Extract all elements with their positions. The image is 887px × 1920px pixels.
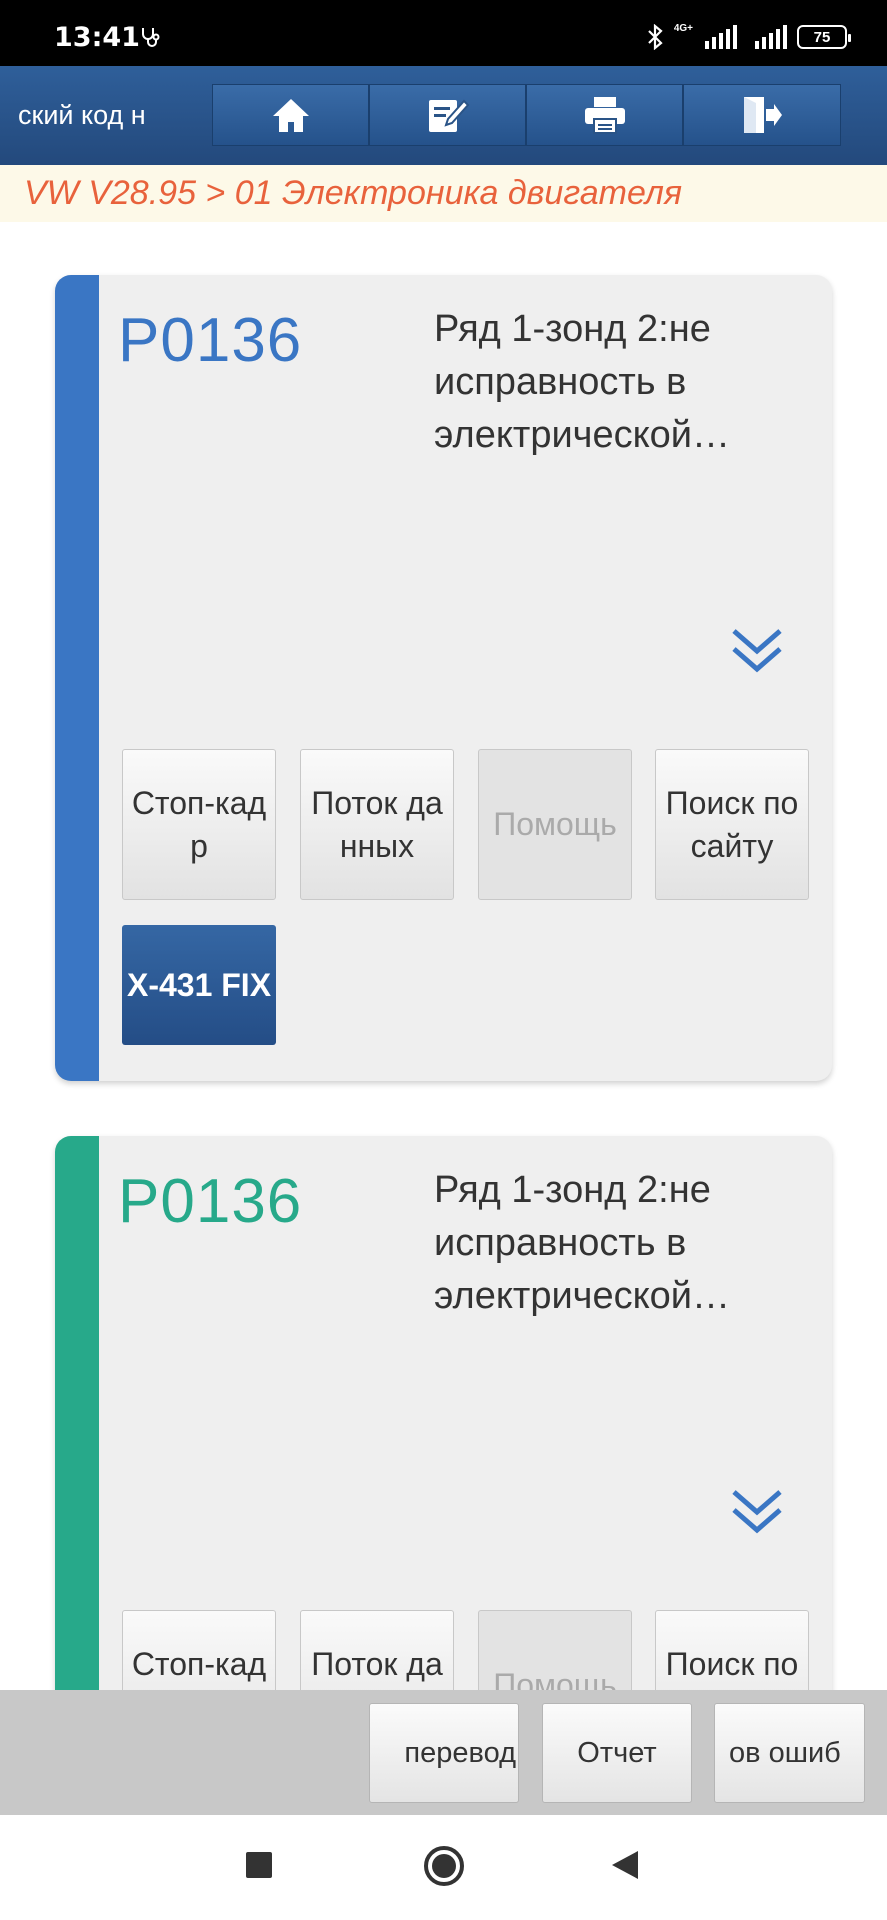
home-nav-icon[interactable] [423,1845,465,1887]
dtc-card: P0136 Ряд 1-зонд 2:не исправность в элек… [55,275,832,1081]
home-icon [272,99,309,132]
recents-icon[interactable] [245,1851,273,1879]
signal-icon [705,25,737,49]
signal-icon [755,25,787,49]
data-stream-button[interactable]: Поток данных [300,749,454,900]
clear-codes-button[interactable]: ов ошиб [714,1703,865,1803]
dtc-code: P0136 [118,306,303,375]
status-time: 13:41 [54,22,140,53]
back-icon[interactable] [610,1849,640,1881]
x431-fix-button[interactable]: X-431 FIX [122,925,276,1045]
system-nav-bar [0,1815,887,1920]
chevron-down-icon[interactable] [731,1486,783,1538]
edit-icon [428,99,469,132]
card-accent-stripe [55,275,99,1081]
stethoscope-icon [142,28,160,47]
dtc-code: P0136 [118,1167,303,1236]
exit-icon [744,97,782,133]
home-button[interactable] [212,84,369,146]
status-bar: 13:41 4G+ 75 [0,0,887,66]
web-search-button[interactable]: Поиск по сайту [655,749,809,900]
help-button[interactable]: Помощь [478,749,632,900]
battery-icon: 75 [797,25,851,49]
dtc-description: Ряд 1-зонд 2:не исправность в электричес… [434,308,731,456]
freeze-frame-button[interactable]: Стоп-кадр [122,749,276,900]
toolbar-title: ский код н [18,100,146,130]
translate-button[interactable]: перевод [369,1703,519,1803]
print-button[interactable] [526,84,683,146]
battery-level: 75 [813,28,831,46]
dtc-description: Ряд 1-зонд 2:не исправность в электричес… [434,1169,731,1317]
edit-button[interactable] [369,84,526,146]
chevron-down-icon[interactable] [731,625,783,677]
breadcrumb: VW V28.95 > 01 Электроника двигателя [0,165,887,222]
report-button[interactable]: Отчет [542,1703,692,1803]
bluetooth-icon [648,24,663,50]
bottom-action-bar: перевод Отчет ов ошиб [0,1690,887,1815]
exit-button[interactable] [683,84,841,146]
app-toolbar: ский код н [0,66,887,165]
print-icon [584,97,625,134]
network-type: 4G+ [673,23,693,34]
